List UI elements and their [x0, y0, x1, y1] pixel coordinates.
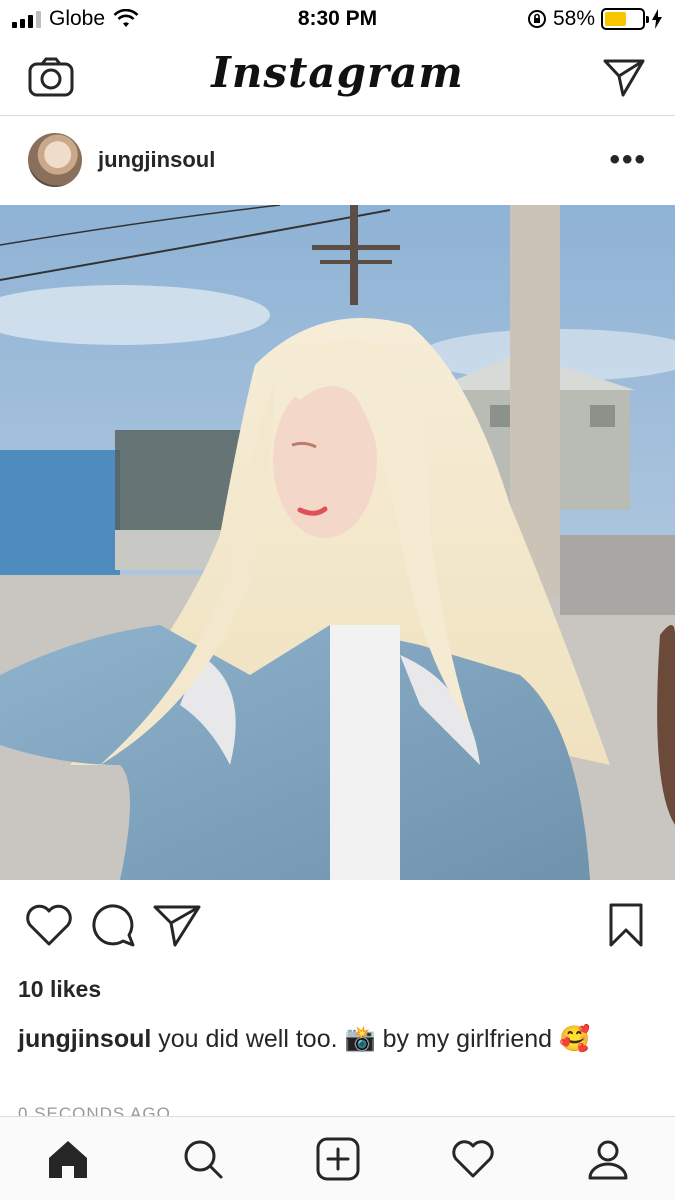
tab-new-post[interactable]: [308, 1129, 368, 1189]
status-left: Globe: [12, 7, 139, 31]
share-button[interactable]: [152, 900, 202, 950]
post-username[interactable]: jungjinsoul: [98, 147, 215, 173]
battery-percent: 58%: [552, 7, 595, 30]
activity-heart-icon: [451, 1139, 494, 1177]
share-icon: [153, 905, 201, 947]
comment-icon: [92, 904, 135, 947]
add-post-icon: [316, 1137, 359, 1180]
status-right: 58%: [527, 7, 663, 31]
post-caption: jungjinsoul you did well too. 📸 by my gi…: [18, 1022, 658, 1056]
instagram-logo: Instagram: [211, 48, 464, 97]
direct-message-button[interactable]: [599, 52, 649, 102]
carrier-name: Globe: [49, 7, 106, 30]
tab-activity[interactable]: [443, 1129, 503, 1189]
avatar[interactable]: [28, 133, 82, 187]
like-button[interactable]: [24, 900, 74, 950]
wifi-icon: [113, 9, 139, 27]
more-options-icon[interactable]: •••: [609, 143, 647, 177]
tab-profile[interactable]: [578, 1129, 638, 1189]
search-icon: [184, 1140, 222, 1178]
camera-button[interactable]: [26, 52, 76, 102]
camera-icon: [28, 57, 74, 96]
post-header: jungjinsoul •••: [0, 116, 675, 204]
cellular-signal-icon: [12, 10, 41, 28]
post-photo[interactable]: [0, 205, 675, 880]
bookmark-icon: [609, 903, 643, 947]
tab-home[interactable]: [38, 1129, 98, 1189]
top-navigation: Instagram: [0, 38, 675, 116]
caption-text: you did well too. 📸 by my girlfriend 🥰: [151, 1025, 591, 1053]
likes-count[interactable]: 10 likes: [18, 976, 101, 1003]
save-button[interactable]: [601, 900, 651, 950]
status-bar: Globe 8:30 PM 58%: [0, 0, 675, 38]
charging-bolt-icon: [652, 9, 662, 29]
bottom-tab-bar: [0, 1116, 675, 1200]
home-icon: [48, 1140, 87, 1178]
comment-button[interactable]: [88, 900, 138, 950]
battery-icon: [601, 8, 649, 30]
post-image: [0, 205, 675, 880]
orientation-lock-icon: [527, 10, 546, 28]
profile-icon: [588, 1140, 627, 1179]
battery-level: [605, 12, 626, 26]
post-actions: [0, 880, 675, 970]
heart-icon: [26, 904, 72, 946]
direct-message-icon: [603, 59, 645, 96]
tab-search[interactable]: [173, 1129, 233, 1189]
caption-username[interactable]: jungjinsoul: [18, 1025, 151, 1053]
